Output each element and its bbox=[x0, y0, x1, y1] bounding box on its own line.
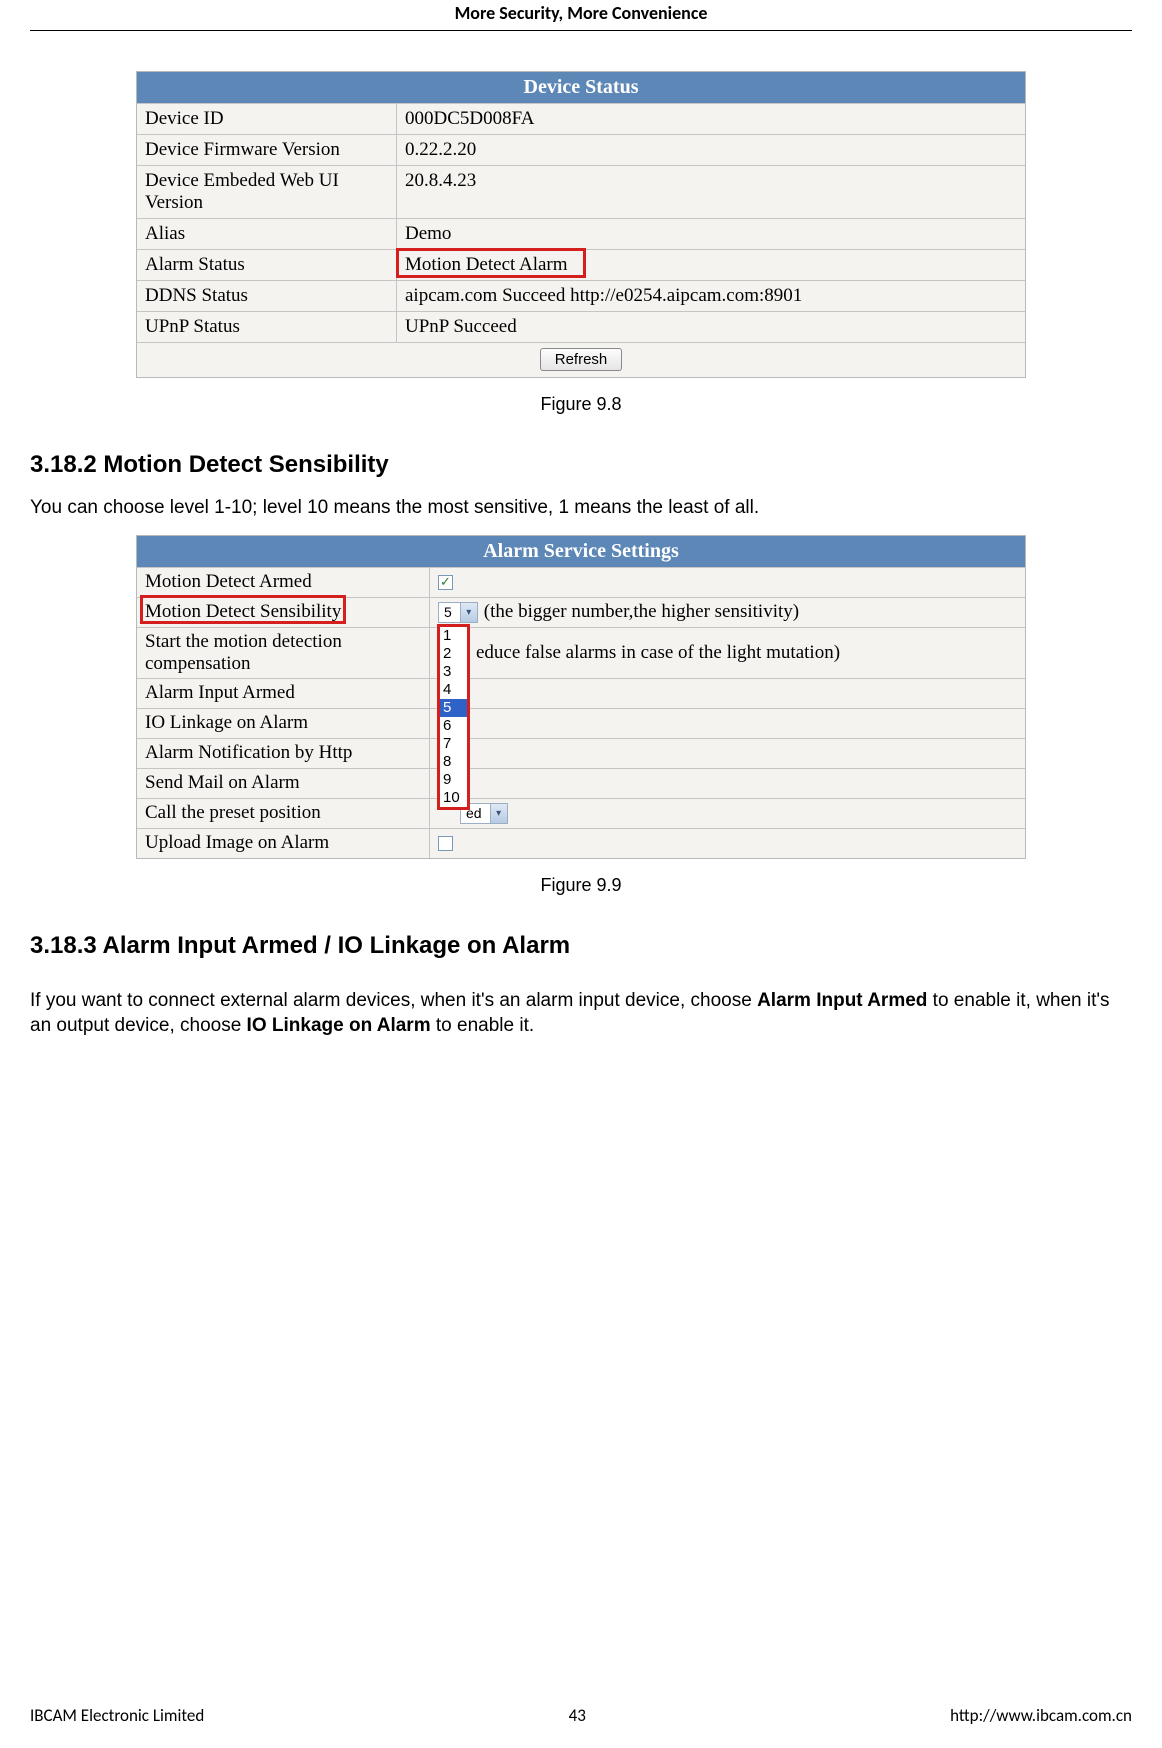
dropdown-option[interactable]: 9 bbox=[440, 771, 467, 789]
row-label: Motion Detect Armed bbox=[137, 568, 430, 597]
row-value: educe false alarms in case of the light … bbox=[430, 628, 1025, 678]
alarm-settings-figure: Alarm Service Settings Motion Detect Arm… bbox=[30, 535, 1132, 896]
dropdown-option[interactable]: 4 bbox=[440, 681, 467, 699]
table-row: Alarm Status Motion Detect Alarm bbox=[137, 249, 1025, 280]
checkbox-empty-icon[interactable]: ✓ bbox=[438, 836, 453, 851]
dropdown-option[interactable]: 8 bbox=[440, 753, 467, 771]
row-value: UPnP Succeed bbox=[397, 311, 1025, 342]
dropdown-option[interactable]: 3 bbox=[440, 663, 467, 681]
table-row: Motion Detect Sensibility 5 ▾ (the bigge… bbox=[137, 597, 1025, 627]
table-row: Alarm Input Armed bbox=[137, 678, 1025, 708]
table-row: IO Linkage on Alarm bbox=[137, 708, 1025, 738]
row-value: ✓ bbox=[430, 568, 1025, 597]
sensibility-dropdown-list[interactable]: 1 2 3 4 5 6 7 8 9 10 bbox=[437, 624, 470, 810]
dropdown-option[interactable]: 6 bbox=[440, 717, 467, 735]
dropdown-option[interactable]: 1 bbox=[440, 627, 467, 645]
row-value: Motion Detect Alarm bbox=[397, 249, 1025, 280]
row-value bbox=[430, 709, 1025, 738]
row-value: 0.22.2.20 bbox=[397, 134, 1025, 165]
row-label: Alarm Status bbox=[137, 249, 397, 280]
row-value bbox=[430, 739, 1025, 768]
body-text: You can choose level 1-10; level 10 mean… bbox=[30, 495, 1132, 521]
table-row: Call the preset position ed ▾ bbox=[137, 798, 1025, 828]
table-row: Start the motion detection compensation … bbox=[137, 627, 1025, 678]
device-status-title: Device Status bbox=[137, 72, 1025, 103]
section-heading: 3.18.3 Alarm Input Armed / IO Linkage on… bbox=[30, 932, 1132, 960]
row-value bbox=[430, 769, 1025, 798]
row-value: 20.8.4.23 bbox=[397, 165, 1025, 218]
alarm-status-value: Motion Detect Alarm bbox=[405, 254, 568, 275]
row-value: ✓ bbox=[430, 829, 1025, 858]
row-note: (the bigger number,the higher sensitivit… bbox=[484, 601, 799, 623]
page-header: More Security, More Convenience bbox=[30, 0, 1132, 31]
row-label: Send Mail on Alarm bbox=[137, 769, 430, 798]
row-label: Device Embeded Web UI Version bbox=[137, 165, 397, 218]
table-row: Motion Detect Armed ✓ bbox=[137, 567, 1025, 597]
row-note: educe false alarms in case of the light … bbox=[438, 642, 840, 664]
body-text: If you want to connect external alarm de… bbox=[30, 988, 1132, 1039]
row-label: Device Firmware Version bbox=[137, 134, 397, 165]
table-row: Device Firmware Version 0.22.2.20 bbox=[137, 134, 1025, 165]
figure-caption: Figure 9.9 bbox=[30, 875, 1132, 896]
row-label: Alarm Input Armed bbox=[137, 679, 430, 708]
table-row: Upload Image on Alarm ✓ bbox=[137, 828, 1025, 858]
row-label: UPnP Status bbox=[137, 311, 397, 342]
page-footer: IBCAM Electronic Limited 43 http://www.i… bbox=[30, 1705, 1132, 1726]
dropdown-option[interactable]: 10 bbox=[440, 789, 467, 807]
row-label: Call the preset position bbox=[137, 799, 430, 828]
row-value: Demo bbox=[397, 218, 1025, 249]
row-value: aipcam.com Succeed http://e0254.aipcam.c… bbox=[397, 280, 1025, 311]
text-span: If you want to connect external alarm de… bbox=[30, 990, 757, 1011]
row-label: DDNS Status bbox=[137, 280, 397, 311]
row-label: IO Linkage on Alarm bbox=[137, 709, 430, 738]
device-status-figure: Device Status Device ID 000DC5D008FA Dev… bbox=[30, 71, 1132, 415]
row-label: Alias bbox=[137, 218, 397, 249]
footer-page-number: 43 bbox=[569, 1705, 586, 1726]
table-row: Device ID 000DC5D008FA bbox=[137, 103, 1025, 134]
alarm-settings-table: Alarm Service Settings Motion Detect Arm… bbox=[136, 535, 1026, 859]
row-value: ed ▾ bbox=[430, 799, 1025, 828]
alarm-settings-title: Alarm Service Settings bbox=[137, 536, 1025, 567]
table-row: Send Mail on Alarm bbox=[137, 768, 1025, 798]
row-value bbox=[430, 679, 1025, 708]
table-row: DDNS Status aipcam.com Succeed http://e0… bbox=[137, 280, 1025, 311]
dropdown-option-selected[interactable]: 5 bbox=[440, 699, 467, 717]
table-row: Device Embeded Web UI Version 20.8.4.23 bbox=[137, 165, 1025, 218]
footer-left: IBCAM Electronic Limited bbox=[30, 1705, 204, 1726]
row-label: Upload Image on Alarm bbox=[137, 829, 430, 858]
dropdown-option[interactable]: 2 bbox=[440, 645, 467, 663]
figure-caption: Figure 9.8 bbox=[30, 394, 1132, 415]
chevron-down-icon: ▾ bbox=[460, 603, 477, 622]
bold-term: Alarm Input Armed bbox=[757, 990, 927, 1011]
row-value: 000DC5D008FA bbox=[397, 103, 1025, 134]
row-label: Alarm Notification by Http bbox=[137, 739, 430, 768]
refresh-button[interactable]: Refresh bbox=[540, 348, 623, 371]
row-label: Motion Detect Sensibility bbox=[137, 598, 430, 627]
refresh-row: Refresh bbox=[137, 342, 1025, 377]
table-row: Alias Demo bbox=[137, 218, 1025, 249]
text-span: to enable it. bbox=[431, 1015, 535, 1036]
table-row: UPnP Status UPnP Succeed bbox=[137, 311, 1025, 342]
dropdown-option[interactable]: 7 bbox=[440, 735, 467, 753]
bold-term: IO Linkage on Alarm bbox=[247, 1015, 431, 1036]
footer-right: http://www.ibcam.com.cn bbox=[950, 1705, 1132, 1726]
row-label: Start the motion detection compensation bbox=[137, 628, 430, 678]
row-value: 5 ▾ (the bigger number,the higher sensit… bbox=[430, 598, 1025, 627]
device-status-table: Device Status Device ID 000DC5D008FA Dev… bbox=[136, 71, 1026, 378]
row-label: Device ID bbox=[137, 103, 397, 134]
select-value: 5 bbox=[439, 604, 460, 620]
chevron-down-icon: ▾ bbox=[490, 804, 507, 823]
section-heading: 3.18.2 Motion Detect Sensibility bbox=[30, 451, 1132, 479]
checkbox-checked-icon[interactable]: ✓ bbox=[438, 575, 453, 590]
sensibility-select[interactable]: 5 ▾ bbox=[438, 602, 478, 623]
table-row: Alarm Notification by Http bbox=[137, 738, 1025, 768]
